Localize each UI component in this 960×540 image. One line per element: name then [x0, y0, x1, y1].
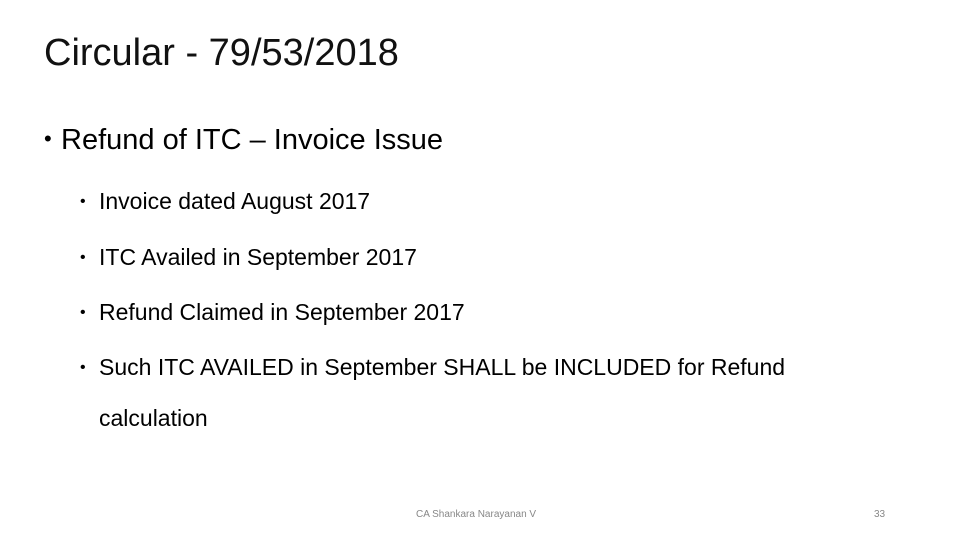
sub-bullet-continuation: calculation	[99, 405, 208, 431]
slide-number: 33	[874, 509, 886, 520]
sub-bullet-text: Such ITC AVAILED in September SHALL be I…	[99, 354, 786, 380]
main-bullet-text: Refund of ITC – Invoice Issue	[61, 124, 444, 156]
footer-author: CA Shankara Narayanan V	[416, 509, 537, 520]
sub-bullet-text: Refund Claimed in September 2017	[99, 299, 465, 325]
sub-bullet-item: • Invoice dated August 2017	[80, 188, 370, 215]
main-bullet-item: • Refund of ITC – Invoice Issue	[44, 124, 443, 157]
bullet-icon: •	[80, 193, 86, 210]
sub-bullet-item: • Refund Claimed in September 2017	[80, 299, 465, 326]
sub-bullet-text: Invoice dated August 2017	[99, 188, 371, 214]
bullet-icon: •	[44, 126, 52, 151]
slide-title: Circular - 79/53/2018	[44, 32, 399, 74]
bullet-icon: •	[80, 359, 86, 376]
bullet-icon: •	[80, 249, 86, 266]
sub-bullet-item: • ITC Availed in September 2017	[80, 244, 417, 271]
sub-bullet-item: • Such ITC AVAILED in September SHALL be …	[80, 354, 785, 381]
bullet-icon: •	[80, 304, 86, 321]
sub-bullet-text: ITC Availed in September 2017	[99, 244, 417, 270]
slide: Circular - 79/53/2018 • Refund of ITC – I…	[0, 0, 960, 540]
